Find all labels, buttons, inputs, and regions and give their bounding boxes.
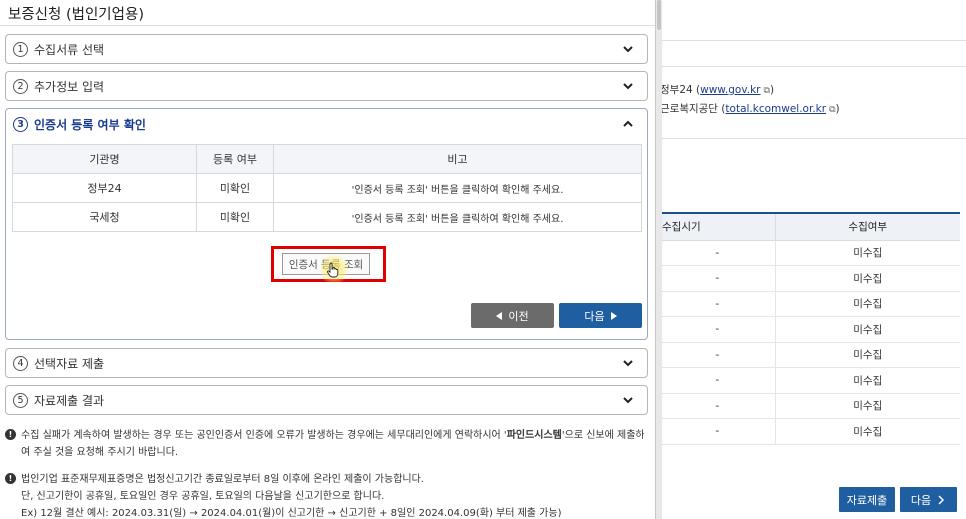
step-1-collect-documents[interactable]: 1 수집서류 선택	[5, 34, 648, 64]
background-divider	[640, 138, 966, 139]
step-number: 1	[13, 41, 28, 57]
collection-status-cell: 미수집	[775, 316, 960, 343]
step-number: 5	[13, 392, 28, 408]
step-label: 인증서 등록 여부 확인	[34, 117, 146, 132]
modal-title: 보증신청 (법인기업용)	[8, 7, 144, 23]
table-row: - 미수집	[660, 342, 960, 368]
collection-status-cell: 미수집	[775, 418, 960, 445]
collection-time-cell: -	[660, 316, 776, 343]
collection-status-cell: 미수집	[775, 342, 960, 368]
collection-time-cell: -	[660, 367, 776, 394]
registration-status-cell: 미확인	[196, 202, 274, 232]
collection-status-header: 수집여부	[775, 212, 960, 241]
kcomwel-link[interactable]: total.kcomwel.or.kr	[725, 103, 826, 115]
table-header-row: 수집시기 수집여부	[660, 212, 960, 241]
table-row: 국세청 미확인 '인증서 등록 조회' 버튼을 클릭하여 확인해 주세요.	[12, 202, 642, 232]
collection-status-cell: 미수집	[775, 291, 960, 317]
background-next-button[interactable]: 다음	[900, 487, 957, 512]
remarks-cell: '인증서 등록 조회' 버튼을 클릭하여 확인해 주세요.	[273, 173, 642, 203]
collection-time-cell: -	[660, 265, 776, 292]
title-divider	[0, 25, 655, 26]
step-5-submit-result[interactable]: 5 자료제출 결과	[5, 385, 648, 415]
remarks-cell: '인증서 등록 조회' 버튼을 클릭하여 확인해 주세요.	[273, 202, 642, 232]
step-3-header[interactable]: 3 인증서 등록 여부 확인	[6, 109, 647, 139]
table-row: 정부24 미확인 '인증서 등록 조회' 버튼을 클릭하여 확인해 주세요.	[12, 173, 642, 203]
step-2-additional-info[interactable]: 2 추가정보 입력	[5, 71, 648, 101]
step-number: 2	[13, 78, 28, 94]
next-button[interactable]: 다음	[559, 303, 642, 328]
step-label: 자료제출 결과	[34, 393, 105, 408]
collection-time-cell: -	[660, 393, 776, 419]
triangle-right-icon	[610, 311, 617, 320]
institution-cell: 정부24	[12, 173, 197, 203]
chevron-down-icon	[623, 46, 633, 53]
gov24-link[interactable]: www.gov.kr	[700, 84, 760, 96]
registration-status-cell: 미확인	[196, 173, 274, 203]
submit-data-button[interactable]: 자료제출	[839, 487, 895, 512]
step-4-submit-selected[interactable]: 4 선택자료 제출	[5, 348, 648, 378]
chevron-up-icon	[623, 120, 633, 127]
background-divider	[640, 66, 966, 67]
gov24-link-line: 정부24 (www.gov.kr ⧉)	[660, 84, 775, 96]
collection-time-cell: -	[660, 418, 776, 445]
step-label: 선택자료 제출	[34, 356, 105, 371]
chevron-down-icon	[623, 360, 633, 367]
table-header-row: 기관명 등록 여부 비고	[12, 144, 642, 174]
modal-scrollbar[interactable]	[656, 0, 662, 519]
scrollbar-thumb[interactable]	[657, 0, 661, 30]
background-divider	[640, 40, 966, 41]
prev-button[interactable]: 이전	[471, 303, 554, 328]
step-number: 4	[13, 355, 28, 371]
collection-time-cell: -	[660, 240, 776, 266]
institution-header: 기관명	[12, 144, 197, 174]
table-row: - 미수집	[660, 316, 960, 343]
find-system-text: 파인드시스템	[506, 430, 562, 441]
registration-status-header: 등록 여부	[196, 144, 274, 174]
kcomwel-link-line: 근로복지공단 (total.kcomwel.or.kr ⧉)	[660, 103, 840, 115]
guarantee-application-modal: 보증신청 (법인기업용) 1 수집서류 선택 2 추가정보 입력 3 인증서 등…	[0, 0, 656, 519]
exclamation-icon: !	[5, 473, 16, 484]
notice-collection-failure: ! 수집 실패가 계속하여 발생하는 경우 또는 공인인증서 인증에 오류가 발…	[5, 427, 650, 461]
table-row: - 미수집	[660, 240, 960, 266]
chevron-right-icon	[938, 494, 945, 505]
hand-pointer-icon	[327, 262, 339, 278]
collection-time-header: 수집시기	[660, 212, 776, 241]
table-row: - 미수집	[660, 393, 960, 419]
exclamation-icon: !	[5, 429, 16, 440]
collection-status-cell: 미수집	[775, 367, 960, 394]
collection-status-table: 수집시기 수집여부 - 미수집 - 미수집 - 미수집 - 미수집 - 미수집 - 미수집 …	[660, 212, 960, 445]
institution-cell: 국세청	[12, 202, 197, 232]
certificate-status-table: 기관명 등록 여부 비고 정부24 미확인 '인증서 등록 조회' 버튼을 클릭…	[12, 144, 642, 232]
collection-status-cell: 미수집	[775, 265, 960, 292]
table-row: - 미수집	[660, 265, 960, 292]
collection-status-cell: 미수집	[775, 240, 960, 266]
table-row: - 미수집	[660, 367, 960, 394]
collection-time-cell: -	[660, 291, 776, 317]
triangle-left-icon	[496, 311, 503, 320]
notice-financial-statement: ! 법인기업 표준재무제표증명은 법정신고기간 종료일로부터 8일 이후에 온라…	[5, 471, 650, 519]
step-label: 추가정보 입력	[34, 79, 105, 94]
step-label: 수집서류 선택	[34, 42, 105, 57]
chevron-down-icon	[623, 83, 633, 90]
remarks-header: 비고	[273, 144, 642, 174]
step-3-certificate-check: 3 인증서 등록 여부 확인 기관명 등록 여부 비고 정부24 미확인 '인증…	[5, 108, 648, 340]
collection-time-cell: -	[660, 342, 776, 368]
collection-status-cell: 미수집	[775, 393, 960, 419]
table-row: - 미수집	[660, 291, 960, 317]
step-number: 3	[13, 116, 28, 132]
chevron-down-icon	[623, 397, 633, 404]
table-row: - 미수집	[660, 418, 960, 445]
